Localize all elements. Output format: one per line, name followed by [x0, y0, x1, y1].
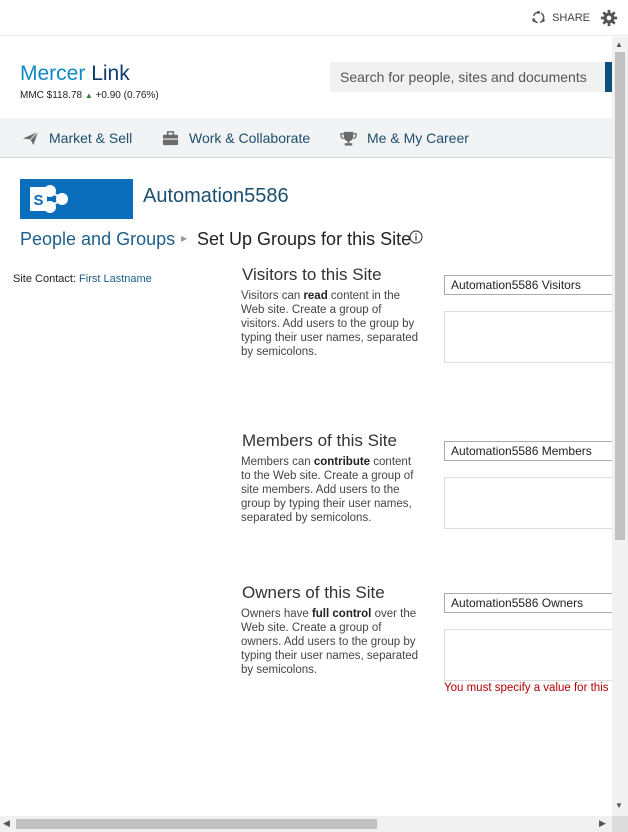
search-placeholder: Search for people, sites and documents [340, 69, 587, 85]
site-contact-link[interactable]: First Lastname [79, 273, 152, 285]
page-title: Set Up Groups for this Site [197, 229, 412, 249]
nav-item-work-collaborate[interactable]: Work & Collaborate [162, 118, 310, 158]
page: SHARE Mercer Link MMC $118.78 ▲ +0.90 (0… [0, 0, 628, 832]
scroll-up-arrow-icon[interactable]: ▲ [615, 40, 623, 49]
info-icon[interactable] [409, 230, 423, 244]
members-users-input[interactable] [444, 477, 624, 529]
mercer-link-logo[interactable]: Mercer Link [20, 62, 130, 86]
scroll-down-arrow-icon[interactable]: ▼ [615, 801, 623, 810]
owners-users-input[interactable] [444, 629, 624, 681]
owners-section-title: Owners of this Site [242, 583, 385, 602]
scroll-right-arrow-icon[interactable]: ▶ [599, 818, 606, 829]
search-input[interactable]: Search for people, sites and documents [330, 62, 612, 92]
main-nav: Market & Sell Work & Collaborate Me & My… [0, 118, 612, 158]
nav-item-label: Me & My Career [367, 130, 469, 146]
stock-ticker: MMC $118.78 ▲ +0.90 (0.76%) [20, 90, 159, 101]
site-contact-label: Site Contact: [13, 273, 76, 285]
owners-group-name-field[interactable]: Automation5586 Owners [444, 593, 624, 613]
nav-item-label: Work & Collaborate [189, 130, 311, 146]
visitors-users-input[interactable] [444, 311, 624, 363]
nav-item-market-sell[interactable]: Market & Sell [22, 118, 132, 158]
briefcase-icon [162, 130, 179, 145]
logo-mercer: Mercer [20, 62, 86, 85]
visitors-group-name-field[interactable]: Automation5586 Visitors [444, 275, 624, 295]
top-bar: SHARE [0, 0, 628, 36]
sharepoint-logo[interactable]: S [20, 179, 133, 219]
stock-price: MMC $118.78 [20, 90, 83, 101]
gear-icon[interactable] [600, 9, 618, 27]
scroll-left-arrow-icon[interactable]: ◀ [3, 818, 10, 829]
paper-plane-icon [22, 131, 39, 145]
share-label: SHARE [552, 11, 590, 24]
vertical-scrollbar-thumb[interactable] [615, 52, 625, 540]
svg-text:S: S [33, 192, 43, 209]
visitors-section-title: Visitors to this Site [242, 265, 382, 284]
trophy-icon [340, 131, 357, 146]
visitors-section-description: Visitors can read content in the Web sit… [241, 290, 419, 358]
logo-link: Link [91, 62, 130, 85]
breadcrumb-separator-icon: ▶ [181, 234, 188, 243]
sharepoint-icon: S [30, 185, 68, 213]
share-button[interactable]: SHARE [531, 10, 590, 25]
breadcrumb-people-and-groups[interactable]: People and Groups [20, 229, 175, 250]
stock-up-arrow-icon: ▲ [84, 91, 93, 100]
owners-error-message: You must specify a value for this requir… [444, 682, 628, 694]
nav-item-me-my-career[interactable]: Me & My Career [340, 118, 469, 158]
members-section-title: Members of this Site [242, 431, 397, 450]
scrollbar-corner [612, 816, 628, 832]
horizontal-scrollbar-thumb[interactable] [16, 819, 377, 829]
site-contact: Site Contact: First Lastname [13, 273, 152, 285]
members-section-description: Members can contribute content to the We… [241, 456, 414, 524]
site-title[interactable]: Automation5586 [143, 185, 289, 208]
owners-section-description: Owners have full control over the Web si… [241, 608, 419, 676]
nav-item-label: Market & Sell [49, 130, 133, 146]
stock-change: +0.90 (0.76%) [95, 90, 159, 101]
share-icon [532, 10, 545, 24]
members-group-name-field[interactable]: Automation5586 Members [444, 441, 624, 461]
